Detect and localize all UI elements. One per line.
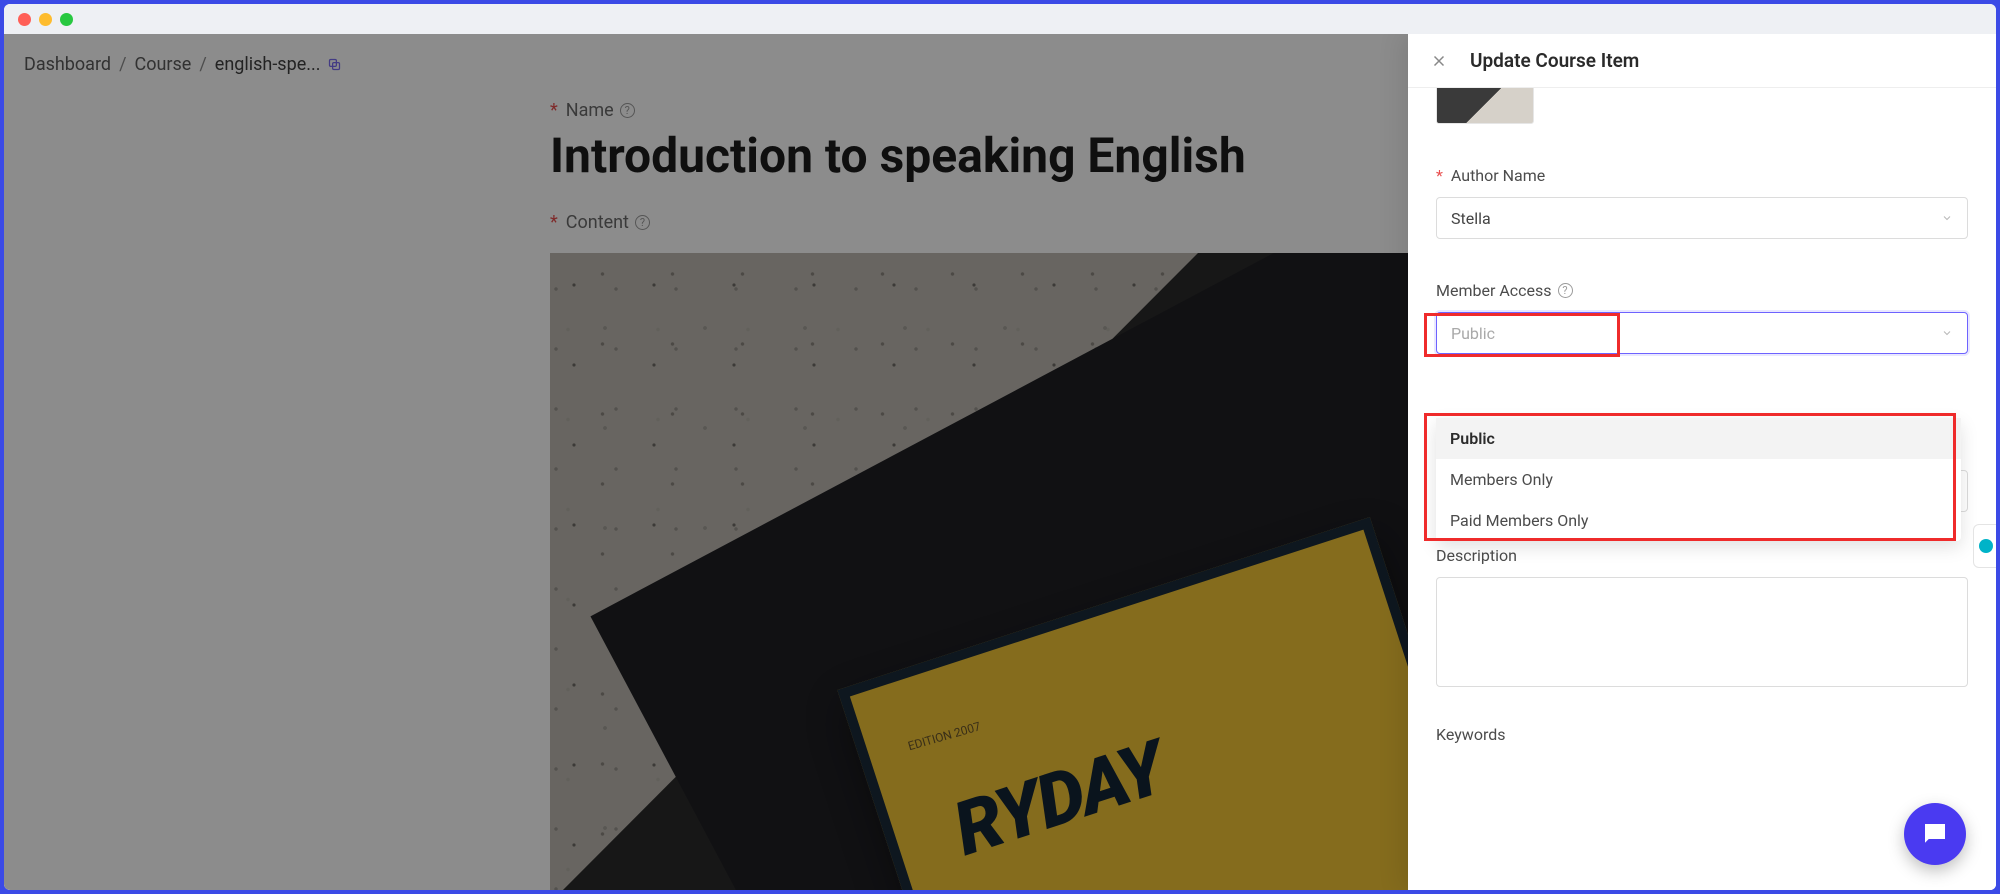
thumbnail-preview[interactable] <box>1436 88 1534 124</box>
author-name-label: * Author Name <box>1436 166 1968 185</box>
app-body: Dashboard / Course / english-spe... * Na… <box>4 34 1996 890</box>
option-paid-members-only[interactable]: Paid Members Only <box>1436 500 1961 541</box>
help-icon[interactable]: ? <box>1558 283 1573 298</box>
side-widget-tab[interactable] <box>1973 524 1996 568</box>
description-label-text: Description <box>1436 546 1517 565</box>
member-access-label-text: Member Access <box>1436 281 1552 300</box>
required-asterisk: * <box>1436 166 1443 185</box>
description-label: Description <box>1436 546 1968 565</box>
author-name-select[interactable]: Stella <box>1436 197 1968 239</box>
window-close-dot[interactable] <box>18 13 31 26</box>
chevron-down-icon <box>1941 327 1953 339</box>
member-access-dropdown: Public Members Only Paid Members Only <box>1436 418 1961 541</box>
keywords-label: Keywords <box>1436 725 1968 744</box>
modal-overlay[interactable] <box>4 34 1408 890</box>
panel-body: * Author Name Stella Member Access ? Pub… <box>1408 88 1996 890</box>
panel-header: Update Course Item <box>1408 34 1996 88</box>
option-members-only[interactable]: Members Only <box>1436 459 1961 500</box>
close-icon[interactable] <box>1430 52 1448 70</box>
description-textarea[interactable] <box>1436 577 1968 687</box>
chevron-down-icon <box>1941 212 1953 224</box>
window-minimize-dot[interactable] <box>39 13 52 26</box>
member-access-label: Member Access ? <box>1436 281 1968 300</box>
option-public[interactable]: Public <box>1436 418 1961 459</box>
side-panel: Update Course Item * Author Name Stella … <box>1408 34 1996 890</box>
app-window: Dashboard / Course / english-spe... * Na… <box>0 0 2000 894</box>
chat-button[interactable] <box>1904 803 1966 865</box>
member-access-select[interactable]: Public <box>1436 312 1968 354</box>
author-name-label-text: Author Name <box>1451 166 1545 185</box>
chat-icon <box>1920 819 1950 849</box>
author-name-value: Stella <box>1451 209 1491 228</box>
side-widget-icon <box>1979 539 1993 553</box>
panel-title: Update Course Item <box>1470 49 1639 72</box>
member-access-placeholder: Public <box>1451 324 1495 343</box>
window-titlebar <box>4 4 1996 34</box>
window-maximize-dot[interactable] <box>60 13 73 26</box>
keywords-label-text: Keywords <box>1436 725 1506 744</box>
